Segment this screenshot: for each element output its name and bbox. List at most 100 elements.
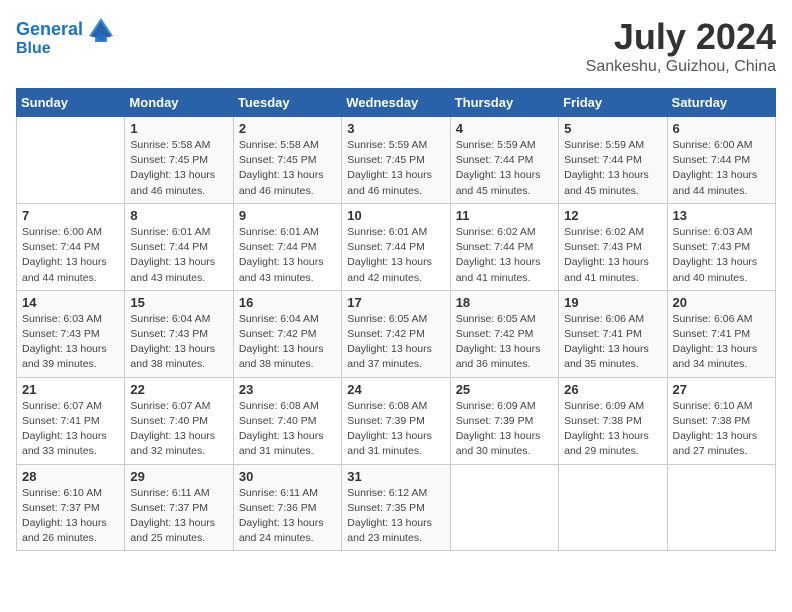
day-info: Sunrise: 6:03 AM Sunset: 7:43 PM Dayligh… [22,312,119,373]
day-number: 30 [239,469,336,484]
day-number: 9 [239,208,336,223]
day-info: Sunrise: 5:58 AM Sunset: 7:45 PM Dayligh… [239,138,336,199]
day-info: Sunrise: 6:04 AM Sunset: 7:43 PM Dayligh… [130,312,227,373]
day-number: 7 [22,208,119,223]
day-info: Sunrise: 6:09 AM Sunset: 7:38 PM Dayligh… [564,399,661,460]
day-info: Sunrise: 6:09 AM Sunset: 7:39 PM Dayligh… [456,399,553,460]
day-number: 19 [564,295,661,310]
day-info: Sunrise: 6:00 AM Sunset: 7:44 PM Dayligh… [673,138,770,199]
day-info: Sunrise: 6:10 AM Sunset: 7:38 PM Dayligh… [673,399,770,460]
day-info: Sunrise: 6:01 AM Sunset: 7:44 PM Dayligh… [239,225,336,286]
day-number: 23 [239,382,336,397]
day-cell [450,464,558,551]
calendar-table: SundayMondayTuesdayWednesdayThursdayFrid… [16,88,776,551]
day-info: Sunrise: 6:02 AM Sunset: 7:43 PM Dayligh… [564,225,661,286]
day-cell [667,464,775,551]
day-info: Sunrise: 5:58 AM Sunset: 7:45 PM Dayligh… [130,138,227,199]
day-cell: 28 Sunrise: 6:10 AM Sunset: 7:37 PM Dayli… [17,464,125,551]
day-number: 4 [456,121,553,136]
day-cell: 14 Sunrise: 6:03 AM Sunset: 7:43 PM Dayli… [17,290,125,377]
day-number: 24 [347,382,444,397]
day-cell [17,117,125,204]
week-row-4: 21Sunrise: 6:07 AM Sunset: 7:41 PM Dayli… [17,377,776,464]
day-info: Sunrise: 5:59 AM Sunset: 7:45 PM Dayligh… [347,138,444,199]
week-row-1: 1 Sunrise: 5:58 AM Sunset: 7:45 PM Daylig… [17,117,776,204]
day-cell: 24 Sunrise: 6:08 AM Sunset: 7:39 PM Dayli… [342,377,450,464]
day-cell: 21Sunrise: 6:07 AM Sunset: 7:41 PM Dayli… [17,377,125,464]
day-info: Sunrise: 6:00 AM Sunset: 7:44 PM Dayligh… [22,225,119,286]
day-cell: 4Sunrise: 5:59 AM Sunset: 7:44 PM Daylig… [450,117,558,204]
day-info: Sunrise: 6:12 AM Sunset: 7:35 PM Dayligh… [347,486,444,547]
day-number: 16 [239,295,336,310]
day-number: 28 [22,469,119,484]
weekday-header-wednesday: Wednesday [342,89,450,117]
day-number: 26 [564,382,661,397]
day-cell: 11 Sunrise: 6:02 AM Sunset: 7:44 PM Dayli… [450,203,558,290]
day-info: Sunrise: 6:11 AM Sunset: 7:36 PM Dayligh… [239,486,336,547]
day-number: 21 [22,382,119,397]
weekday-header-sunday: Sunday [17,89,125,117]
day-number: 13 [673,208,770,223]
day-cell: 12 Sunrise: 6:02 AM Sunset: 7:43 PM Dayli… [559,203,667,290]
day-info: Sunrise: 6:01 AM Sunset: 7:44 PM Dayligh… [347,225,444,286]
day-info: Sunrise: 6:05 AM Sunset: 7:42 PM Dayligh… [347,312,444,373]
day-number: 18 [456,295,553,310]
day-number: 10 [347,208,444,223]
day-number: 6 [673,121,770,136]
day-info: Sunrise: 6:04 AM Sunset: 7:42 PM Dayligh… [239,312,336,373]
day-number: 31 [347,469,444,484]
weekday-header-row: SundayMondayTuesdayWednesdayThursdayFrid… [17,89,776,117]
day-info: Sunrise: 6:08 AM Sunset: 7:40 PM Dayligh… [239,399,336,460]
day-cell: 26 Sunrise: 6:09 AM Sunset: 7:38 PM Dayli… [559,377,667,464]
day-number: 15 [130,295,227,310]
day-cell: 23 Sunrise: 6:08 AM Sunset: 7:40 PM Dayli… [233,377,341,464]
day-cell: 29Sunrise: 6:11 AM Sunset: 7:37 PM Dayli… [125,464,233,551]
day-number: 1 [130,121,227,136]
week-row-3: 14 Sunrise: 6:03 AM Sunset: 7:43 PM Dayli… [17,290,776,377]
day-cell: 10 Sunrise: 6:01 AM Sunset: 7:44 PM Dayli… [342,203,450,290]
day-cell: 3Sunrise: 5:59 AM Sunset: 7:45 PM Daylig… [342,117,450,204]
day-cell: 2 Sunrise: 5:58 AM Sunset: 7:45 PM Daylig… [233,117,341,204]
day-cell: 20 Sunrise: 6:06 AM Sunset: 7:41 PM Dayli… [667,290,775,377]
weekday-header-friday: Friday [559,89,667,117]
day-cell: 31 Sunrise: 6:12 AM Sunset: 7:35 PM Dayli… [342,464,450,551]
day-cell: 17 Sunrise: 6:05 AM Sunset: 7:42 PM Dayli… [342,290,450,377]
day-number: 14 [22,295,119,310]
day-number: 2 [239,121,336,136]
day-number: 5 [564,121,661,136]
weekday-header-thursday: Thursday [450,89,558,117]
logo-text: General [16,20,83,40]
day-number: 8 [130,208,227,223]
day-cell: 16 Sunrise: 6:04 AM Sunset: 7:42 PM Dayli… [233,290,341,377]
week-row-5: 28 Sunrise: 6:10 AM Sunset: 7:37 PM Dayli… [17,464,776,551]
day-cell: 7 Sunrise: 6:00 AM Sunset: 7:44 PM Daylig… [17,203,125,290]
day-number: 20 [673,295,770,310]
day-number: 11 [456,208,553,223]
weekday-header-saturday: Saturday [667,89,775,117]
day-cell: 22Sunrise: 6:07 AM Sunset: 7:40 PM Dayli… [125,377,233,464]
day-cell: 27Sunrise: 6:10 AM Sunset: 7:38 PM Dayli… [667,377,775,464]
weekday-header-monday: Monday [125,89,233,117]
day-info: Sunrise: 6:08 AM Sunset: 7:39 PM Dayligh… [347,399,444,460]
day-info: Sunrise: 6:02 AM Sunset: 7:44 PM Dayligh… [456,225,553,286]
day-cell: 25 Sunrise: 6:09 AM Sunset: 7:39 PM Dayli… [450,377,558,464]
day-number: 12 [564,208,661,223]
day-info: Sunrise: 6:06 AM Sunset: 7:41 PM Dayligh… [673,312,770,373]
day-number: 17 [347,295,444,310]
day-cell: 18 Sunrise: 6:05 AM Sunset: 7:42 PM Dayli… [450,290,558,377]
day-info: Sunrise: 6:11 AM Sunset: 7:37 PM Dayligh… [130,486,227,547]
day-info: Sunrise: 6:06 AM Sunset: 7:41 PM Dayligh… [564,312,661,373]
weekday-header-tuesday: Tuesday [233,89,341,117]
day-number: 25 [456,382,553,397]
logo: General Blue [16,16,115,58]
day-info: Sunrise: 6:07 AM Sunset: 7:40 PM Dayligh… [130,399,227,460]
day-info: Sunrise: 6:03 AM Sunset: 7:43 PM Dayligh… [673,225,770,286]
day-info: Sunrise: 6:05 AM Sunset: 7:42 PM Dayligh… [456,312,553,373]
day-info: Sunrise: 5:59 AM Sunset: 7:44 PM Dayligh… [564,138,661,199]
month-year: July 2024 [586,16,776,58]
day-cell: 8Sunrise: 6:01 AM Sunset: 7:44 PM Daylig… [125,203,233,290]
day-info: Sunrise: 6:10 AM Sunset: 7:37 PM Dayligh… [22,486,119,547]
day-cell: 5 Sunrise: 5:59 AM Sunset: 7:44 PM Daylig… [559,117,667,204]
day-cell: 6 Sunrise: 6:00 AM Sunset: 7:44 PM Daylig… [667,117,775,204]
day-cell: 1 Sunrise: 5:58 AM Sunset: 7:45 PM Daylig… [125,117,233,204]
